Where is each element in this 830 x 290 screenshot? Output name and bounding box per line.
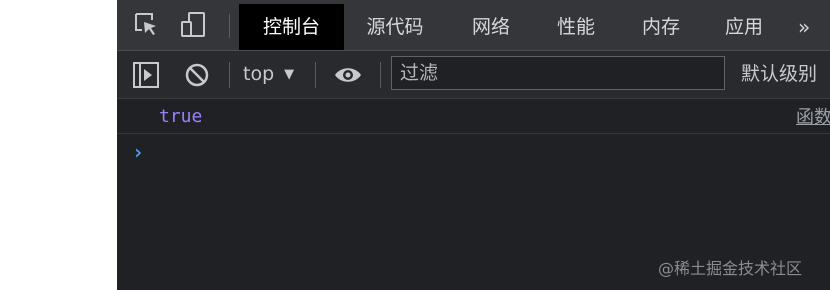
context-selector-label: top bbox=[243, 63, 275, 85]
more-tabs-button[interactable]: » bbox=[798, 4, 810, 50]
tabbar-divider bbox=[229, 14, 230, 38]
watermark: @稀土掘金技术社区 bbox=[658, 259, 803, 278]
filter-input[interactable]: 过滤 bbox=[391, 56, 725, 90]
console-toolbar: top ▼ 过滤 默认级别 bbox=[117, 51, 830, 99]
toolbar-divider bbox=[380, 62, 381, 88]
sidebar-toggle-icon[interactable] bbox=[133, 62, 159, 88]
tab-application[interactable]: 应用 bbox=[703, 4, 785, 50]
live-expression-eye-icon[interactable] bbox=[333, 62, 361, 88]
tab-console[interactable]: 控制台 bbox=[239, 4, 344, 50]
console-log-row: true 函数 bbox=[117, 99, 830, 134]
devtools-tabbar: 控制台 源代码 网络 性能 内存 应用 » bbox=[117, 0, 830, 51]
device-toolbar-icon[interactable] bbox=[180, 12, 206, 38]
log-level-dropdown[interactable]: 默认级别 bbox=[741, 51, 817, 98]
log-boolean-value: true bbox=[159, 106, 203, 127]
tab-memory[interactable]: 内存 bbox=[620, 4, 702, 50]
page-blank-area bbox=[0, 0, 117, 290]
devtools-panel: 控制台 源代码 网络 性能 内存 应用 » top ▼ 过滤 默认级别 true… bbox=[117, 0, 830, 290]
tab-network[interactable]: 网络 bbox=[450, 4, 532, 50]
tab-performance[interactable]: 性能 bbox=[535, 4, 617, 50]
toolbar-divider bbox=[229, 62, 230, 88]
console-prompt-icon[interactable]: › bbox=[132, 140, 144, 164]
toolbar-divider bbox=[315, 62, 316, 88]
dropdown-caret-icon: ▼ bbox=[284, 67, 295, 82]
clear-console-icon[interactable] bbox=[184, 62, 210, 88]
inspect-element-icon[interactable] bbox=[134, 12, 160, 38]
context-selector[interactable]: top ▼ bbox=[243, 51, 294, 98]
log-source-link[interactable]: 函数 bbox=[796, 99, 830, 137]
tab-sources[interactable]: 源代码 bbox=[350, 4, 440, 50]
